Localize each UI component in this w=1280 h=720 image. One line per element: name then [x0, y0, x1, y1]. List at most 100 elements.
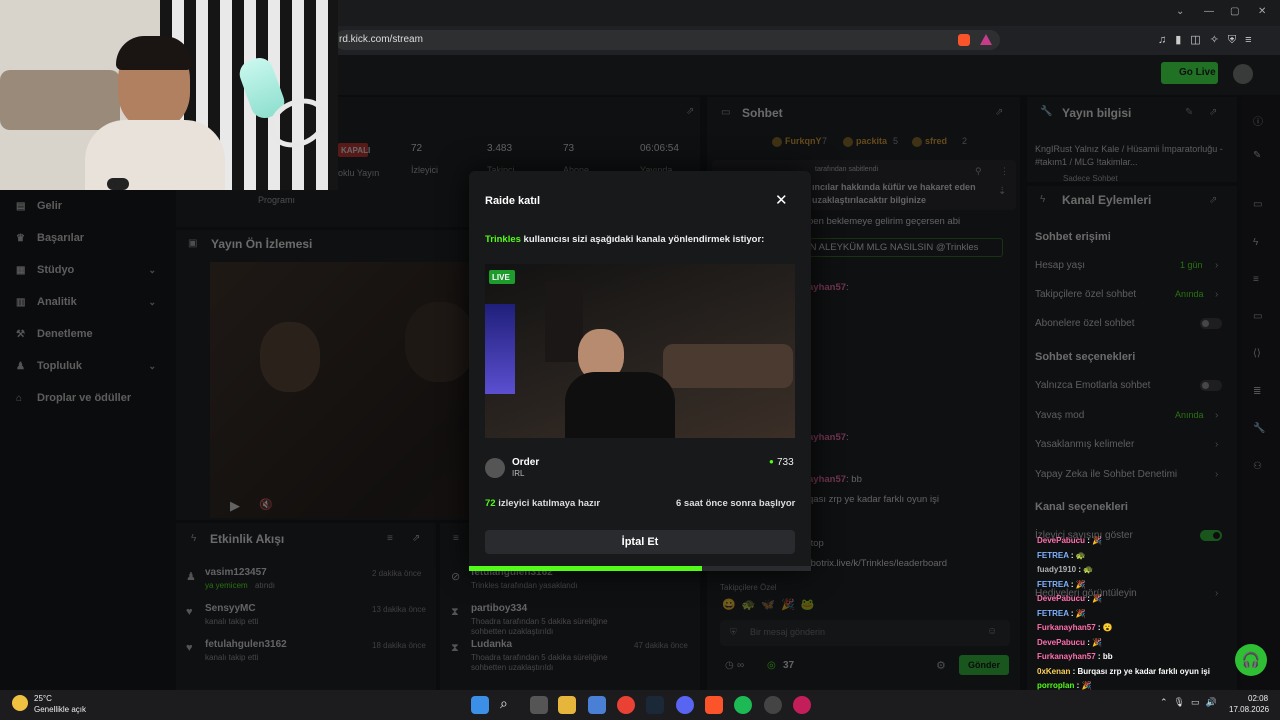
timer-icon[interactable]: ◷	[725, 660, 734, 671]
sidebar-item[interactable]: ⚒ Denetleme	[16, 328, 156, 340]
close-icon[interactable]: ✕	[775, 191, 788, 209]
play-icon[interactable]: ▶	[230, 498, 240, 514]
show-viewers-toggle[interactable]	[1200, 530, 1222, 541]
maximize-button[interactable]: ▢	[1230, 6, 1239, 17]
chevron-down-icon[interactable]: ⌄	[148, 297, 156, 308]
overlay-chat-user: DevePabucu	[1037, 536, 1086, 545]
gifter-name[interactable]: packita	[856, 136, 887, 146]
chevron-down-icon[interactable]: ⌄	[148, 361, 156, 372]
event-user[interactable]: partiboy334	[471, 603, 527, 614]
minimize-button[interactable]: —	[1204, 6, 1214, 17]
chat-username[interactable]: ayhan57	[808, 282, 846, 293]
edit-icon[interactable]: ✎	[1253, 150, 1261, 161]
link-icon[interactable]: ∞	[737, 660, 744, 671]
pin-icon[interactable]: ⚲	[975, 166, 982, 177]
channel-actions-title: Kanal Eylemleri	[1062, 193, 1152, 207]
raid-channel-name[interactable]: Order	[512, 457, 539, 468]
steam-icon[interactable]	[646, 696, 664, 714]
bolt-icon[interactable]: ϟ	[1253, 237, 1258, 248]
setting-value[interactable]: 1 gün	[1180, 260, 1203, 270]
raider-name[interactable]: Trinkles	[485, 234, 521, 245]
popout-icon[interactable]: ⇗	[412, 533, 420, 544]
sidebar-item[interactable]: ♟ Topluluk ⌄	[16, 360, 156, 372]
cancel-raid-button[interactable]: İptal Et	[485, 530, 795, 554]
emoji-icon[interactable]: ☺	[987, 626, 997, 637]
obs-icon[interactable]	[764, 696, 782, 714]
windows-start-icon[interactable]	[471, 696, 489, 714]
avatar[interactable]	[1233, 64, 1253, 84]
setting-toggle[interactable]	[1200, 318, 1222, 329]
gifter-name[interactable]: FurkqnY	[785, 136, 822, 146]
chevron-down-icon[interactable]: ⌄	[148, 265, 156, 276]
chevron-right-icon[interactable]: ›	[1215, 439, 1218, 450]
popout-icon[interactable]: ⇗	[995, 107, 1003, 118]
sidebar-item[interactable]: ▦ Stüdyo ⌄	[16, 264, 156, 276]
chevron-right-icon[interactable]: ›	[1215, 260, 1218, 271]
wrench-icon[interactable]: 🔧	[1253, 423, 1265, 434]
store-icon[interactable]	[588, 696, 606, 714]
code-icon[interactable]: ⟨⟩	[1253, 348, 1261, 359]
raid-channel-category[interactable]: IRL	[512, 469, 524, 478]
event-user[interactable]: vasim123457	[205, 567, 267, 578]
filter-icon[interactable]: ≡	[453, 533, 459, 544]
raid-target-preview[interactable]: LIVE	[485, 264, 795, 438]
edit-icon[interactable]: ✎	[1185, 107, 1193, 118]
event-user[interactable]: Ludanka	[471, 639, 512, 650]
points-icon: ◎	[767, 660, 776, 671]
gifter-name[interactable]: sfred	[925, 136, 947, 146]
chevron-right-icon[interactable]: ›	[1215, 410, 1218, 421]
event-description: kanalı takip etti	[205, 617, 259, 626]
chat-username[interactable]: ayhan57	[808, 474, 846, 485]
emote-bar[interactable]: 😀🐢🦋🎉🐸	[722, 598, 1012, 612]
filter-icon[interactable]: ≡	[387, 533, 393, 544]
setting-value[interactable]: Anında	[1175, 289, 1204, 299]
search-icon[interactable]: ⌕	[500, 695, 508, 712]
chevron-right-icon[interactable]: ›	[1215, 588, 1218, 599]
info-icon[interactable]: ⓘ	[1253, 113, 1263, 128]
list-icon[interactable]: ≡	[1253, 274, 1259, 285]
event-user[interactable]: SensyyMC	[205, 603, 256, 614]
popout-icon[interactable]: ⇗	[1209, 107, 1217, 118]
sidebar-item[interactable]: ♛ Başarılar	[16, 232, 156, 244]
opera-gx-icon[interactable]	[793, 696, 811, 714]
weather-icon[interactable]	[12, 695, 28, 711]
settings-icon[interactable]: ⚙	[936, 659, 946, 672]
sidebar-item[interactable]: ▥ Analitik ⌄	[16, 296, 156, 308]
chevron-right-icon[interactable]: ›	[1215, 289, 1218, 300]
expand-icon[interactable]: ⇣	[998, 186, 1006, 197]
event-user[interactable]: fetulahgulen3162	[205, 639, 287, 650]
chevron-right-icon[interactable]: ›	[1215, 469, 1218, 480]
close-window-button[interactable]: ✕	[1258, 6, 1266, 17]
brave-rewards-icon[interactable]	[980, 34, 992, 45]
stack-icon[interactable]: ≣	[1253, 386, 1261, 397]
address-bar[interactable]: rd.kick.com/stream	[335, 30, 1000, 50]
setting-value[interactable]: Anında	[1175, 410, 1204, 420]
discord-icon[interactable]	[676, 696, 694, 714]
chat-username[interactable]: ayhan57	[808, 432, 846, 443]
chat-text: IN ALEYKÜM MLG NASILSIN @Trinkles	[807, 242, 979, 253]
users-icon[interactable]: ⚇	[1253, 461, 1262, 472]
setting-toggle[interactable]	[1200, 380, 1222, 391]
system-tray-icons[interactable]: ⌃🎙▭🔊	[1160, 697, 1223, 708]
preview-figure	[260, 322, 320, 392]
more-icon[interactable]: ⋮	[1000, 166, 1009, 177]
trophy-icon: ♛	[16, 232, 25, 244]
chrome-icon[interactable]	[617, 696, 635, 714]
sidebar-item[interactable]: ⌂ Droplar ve ödüller	[16, 392, 156, 404]
mute-icon[interactable]: 🔇	[259, 498, 273, 511]
task-view-icon[interactable]	[530, 696, 548, 714]
layout-icon[interactable]: ▭	[1253, 199, 1262, 210]
go-live-button[interactable]: Go Live	[1161, 62, 1218, 84]
send-button[interactable]: Gönder	[959, 655, 1009, 675]
browser-extension-icons[interactable]: ♫▮◫✧⛨≡	[1158, 33, 1261, 47]
support-chat-icon[interactable]: 🎧	[1235, 644, 1267, 676]
brave-icon[interactable]	[705, 696, 723, 714]
sidebar-item[interactable]: ▤ Gelir	[16, 200, 156, 212]
chat-icon[interactable]: ▭	[1253, 311, 1262, 322]
popout-icon[interactable]: ⇗	[686, 106, 694, 117]
spotify-icon[interactable]	[734, 696, 752, 714]
brave-shield-icon[interactable]	[958, 34, 970, 46]
minimize-icon[interactable]: ⌄	[1176, 6, 1184, 17]
file-explorer-icon[interactable]	[558, 696, 576, 714]
popout-icon[interactable]: ⇗	[1209, 195, 1217, 206]
